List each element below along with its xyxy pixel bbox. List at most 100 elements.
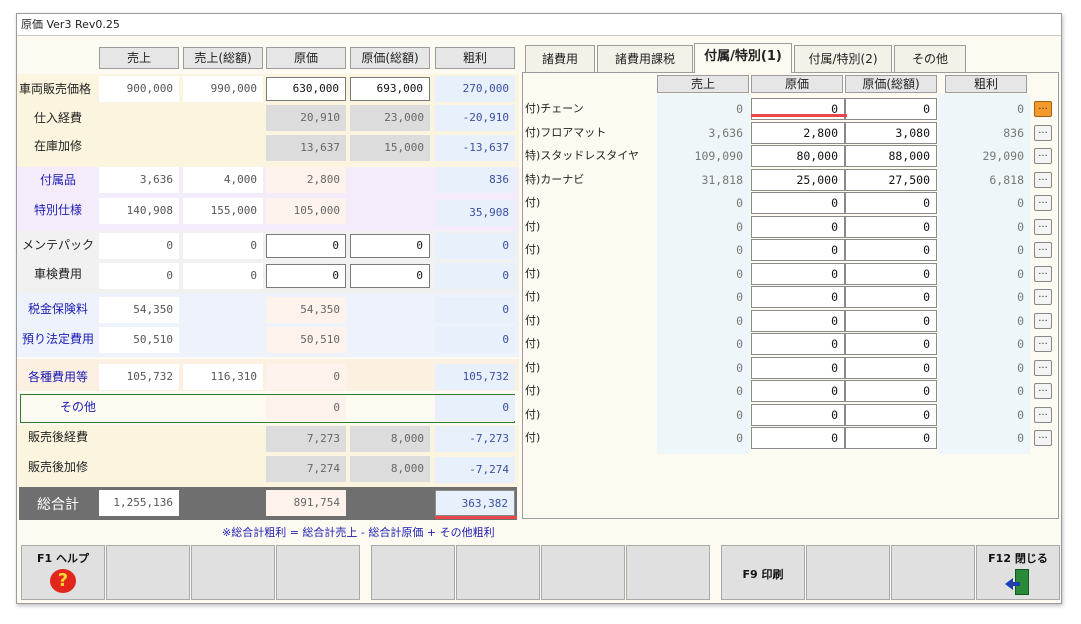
purchase-profit: -20,910 xyxy=(435,105,515,131)
right-row-cost-total-input[interactable]: 0 xyxy=(845,309,937,332)
row-detail-button[interactable]: ... xyxy=(1034,406,1052,423)
right-row-cost-total-input[interactable]: 0 xyxy=(845,427,937,449)
row-label-inspection-fee: 車検費用 xyxy=(33,267,82,281)
right-row-cost-input[interactable]: 0 xyxy=(751,356,845,379)
right-row-cost-total-input[interactable]: 88,000 xyxy=(845,145,937,167)
right-row-cost-total-input[interactable]: 0 xyxy=(845,403,937,426)
tab-accessory-special-1[interactable]: 付属/特別(1) xyxy=(694,43,792,73)
right-row-profit: 0 xyxy=(1017,337,1024,351)
accessories-profit: 836 xyxy=(435,167,515,193)
vehicle-profit: 270,000 xyxy=(435,76,515,102)
window-title: 原価 Ver3 Rev0.25 xyxy=(17,14,1061,36)
row-detail-button[interactable]: ... xyxy=(1034,195,1052,211)
right-row-cost-total-input[interactable]: 0 xyxy=(845,239,937,261)
row-detail-button[interactable]: ... xyxy=(1034,383,1052,399)
right-row-cost-total-input[interactable]: 0 xyxy=(845,98,937,120)
post-repair-cost-total: 8,000 xyxy=(350,456,430,482)
right-row-profit: 0 xyxy=(1017,431,1024,445)
row-detail-button[interactable]: ... xyxy=(1034,242,1052,258)
right-row-cost-input[interactable]: 0 xyxy=(751,239,845,261)
right-row-cost-input[interactable]: 0 xyxy=(751,380,845,402)
f4-key[interactable] xyxy=(276,545,360,600)
f6-key[interactable] xyxy=(456,545,540,600)
tab-misc-fees[interactable]: 諸費用 xyxy=(525,45,595,72)
right-row-cost-total-input[interactable]: 27,500 xyxy=(845,168,937,191)
right-row-cost-total-input[interactable]: 0 xyxy=(845,192,937,214)
row-detail-button[interactable]: ... xyxy=(1034,289,1052,305)
row-detail-button[interactable]: ... xyxy=(1034,336,1052,352)
post-expense-profit: -7,273 xyxy=(435,426,515,452)
tab-misc-fees-taxable[interactable]: 諸費用課税 xyxy=(597,45,693,72)
special-sales: 140,908 xyxy=(99,198,179,224)
right-row-sales: 0 xyxy=(736,313,743,328)
f11-key[interactable] xyxy=(891,545,975,600)
tax-profit: 0 xyxy=(435,297,515,323)
right-row-cost-total-input[interactable]: 0 xyxy=(845,215,937,238)
f7-key[interactable] xyxy=(541,545,625,600)
f12-close-button[interactable]: F12 閉じる xyxy=(976,545,1060,600)
tab-other[interactable]: その他 xyxy=(894,45,966,72)
right-row-label: 付) xyxy=(525,407,541,421)
right-row-cost-total-input[interactable]: 3,080 xyxy=(845,121,937,144)
row-detail-button[interactable]: ... xyxy=(1034,312,1052,329)
vehicle-cost-input[interactable]: 630,000 xyxy=(266,77,346,101)
row-detail-button[interactable]: ... xyxy=(1034,124,1052,141)
f5-key[interactable] xyxy=(371,545,455,600)
row-detail-button[interactable]: ... xyxy=(1034,218,1052,235)
row-detail-button[interactable]: ... xyxy=(1034,359,1052,376)
row-label-purchase-expense: 仕入経費 xyxy=(33,111,82,125)
row-detail-button[interactable]: ... xyxy=(1034,148,1052,164)
right-row-profit: 0 xyxy=(1017,313,1024,328)
right-row-sales: 109,090 xyxy=(694,149,743,163)
fees-profit: 105,732 xyxy=(435,364,515,390)
right-row-cost-total-input[interactable]: 0 xyxy=(845,286,937,308)
row-label-accessories: 付属品 xyxy=(39,173,76,187)
total-cost: 891,754 xyxy=(266,490,346,516)
right-row-cost-input[interactable]: 0 xyxy=(751,192,845,214)
f1-help-button[interactable]: F1 ヘルプ ? xyxy=(21,545,105,600)
row-label-post-sale-repair: 販売後加修 xyxy=(27,460,88,474)
right-row-cost-total-input[interactable]: 0 xyxy=(845,262,937,285)
right-row-label: 付) xyxy=(525,266,541,280)
right-row-cost-input[interactable]: 0 xyxy=(751,262,845,285)
right-row-profit: 0 xyxy=(1017,102,1024,116)
right-row-cost-total-input[interactable]: 0 xyxy=(845,380,937,402)
vehicle-cost-total-input[interactable]: 693,000 xyxy=(350,77,430,101)
right-row-cost-input[interactable]: 0 xyxy=(751,215,845,238)
tab-accessory-special-2[interactable]: 付属/特別(2) xyxy=(794,45,892,72)
row-detail-button[interactable]: ... xyxy=(1034,265,1052,282)
row-detail-button[interactable]: ... xyxy=(1034,171,1052,188)
right-row-cost-input[interactable]: 2,800 xyxy=(751,121,845,144)
right-row-cost-input[interactable]: 80,000 xyxy=(751,145,845,167)
maintenance-cost-total-input[interactable]: 0 xyxy=(350,234,430,258)
row-detail-button[interactable]: ... xyxy=(1034,430,1052,446)
right-row-cost-input[interactable]: 0 xyxy=(751,333,845,355)
f10-key[interactable] xyxy=(806,545,890,600)
right-row-sales: 31,818 xyxy=(701,172,743,187)
f3-key[interactable] xyxy=(191,545,275,600)
f2-key[interactable] xyxy=(106,545,190,600)
row-detail-button[interactable]: ... xyxy=(1034,101,1052,117)
maintenance-cost-input[interactable]: 0 xyxy=(266,234,346,258)
right-row-cost-input[interactable]: 0 xyxy=(751,309,845,332)
f9-print-button[interactable]: F9 印刷 xyxy=(721,545,805,600)
right-row-cost-input[interactable]: 0 xyxy=(751,427,845,449)
help-question-icon: ? xyxy=(50,569,76,593)
inspection-cost-input[interactable]: 0 xyxy=(266,264,346,288)
right-row-cost-input[interactable]: 0 xyxy=(751,403,845,426)
right-row-label: 付) xyxy=(525,290,541,303)
row-label-other: その他 xyxy=(59,400,96,414)
right-row-sales: 0 xyxy=(736,337,743,351)
right-row-profit: 0 xyxy=(1017,407,1024,422)
inspection-cost-total-input[interactable]: 0 xyxy=(350,264,430,288)
maintenance-profit: 0 xyxy=(435,233,515,259)
right-row-cost-input[interactable]: 25,000 xyxy=(751,168,845,191)
f8-key[interactable] xyxy=(626,545,710,600)
right-row-cost-total-input[interactable]: 0 xyxy=(845,333,937,355)
right-row-cost-total-input[interactable]: 0 xyxy=(845,356,937,379)
right-row-profit: 0 xyxy=(1017,360,1024,375)
right-row-cost-input[interactable]: 0 xyxy=(751,286,845,308)
right-row-label: 付) xyxy=(525,360,541,374)
left-header-profit: 粗利 xyxy=(435,47,515,69)
right-row-label: 付) xyxy=(525,243,541,256)
